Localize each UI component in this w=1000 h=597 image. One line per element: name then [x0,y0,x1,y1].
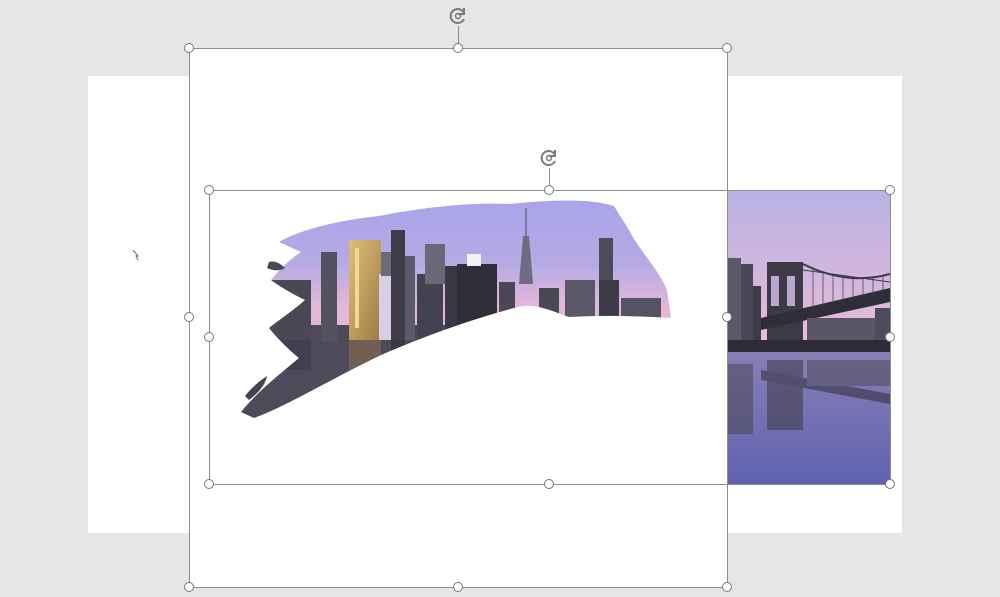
resize-handle-top-center[interactable] [544,185,554,195]
resize-handle-middle-right[interactable] [885,332,895,342]
resize-handle-top-right[interactable] [885,185,895,195]
resize-handle-middle-left[interactable] [184,312,194,322]
city-skyline-brush-art[interactable] [209,190,727,484]
bridge-photo[interactable] [727,190,890,484]
resize-handle-bottom-center[interactable] [544,479,554,489]
resize-handle-bottom-right[interactable] [885,479,895,489]
resize-handle-top-right[interactable] [722,43,732,53]
resize-handle-top-center[interactable] [453,43,463,53]
rotate-arrow-icon[interactable] [447,5,469,27]
resize-handle-top-left[interactable] [184,43,194,53]
rotate-arrow-icon[interactable] [538,147,560,169]
resize-handle-middle-left[interactable] [204,332,214,342]
resize-handle-bottom-left[interactable] [204,479,214,489]
resize-handle-top-left[interactable] [204,185,214,195]
mouse-cursor-icon [132,249,140,261]
resize-handle-bottom-center[interactable] [453,582,463,592]
resize-handle-bottom-left[interactable] [184,582,194,592]
resize-handle-middle-right[interactable] [722,312,732,322]
resize-handle-bottom-right[interactable] [722,582,732,592]
